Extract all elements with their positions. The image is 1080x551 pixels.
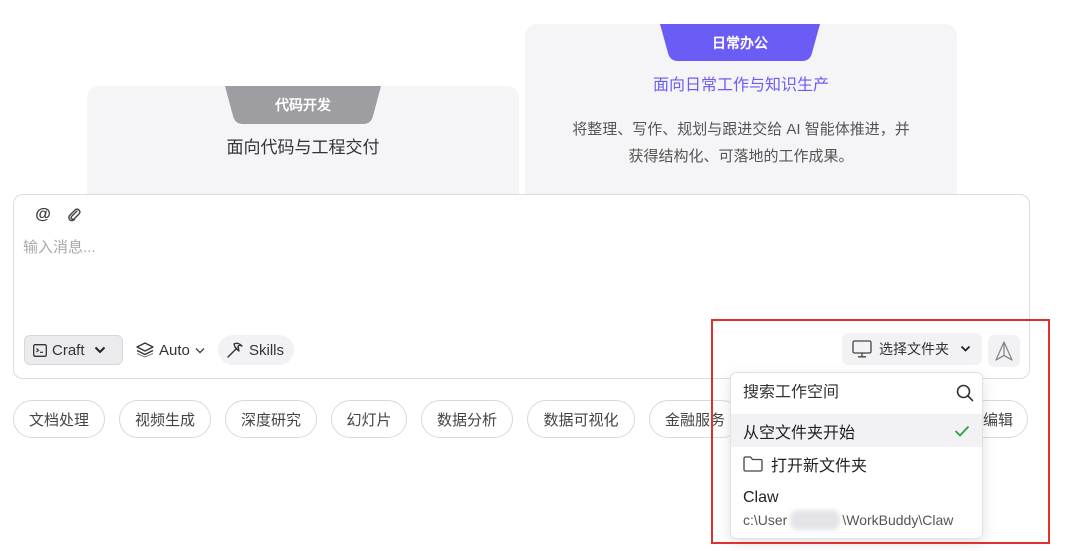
chevron-down-icon — [94, 346, 105, 354]
send-button[interactable] — [988, 335, 1020, 367]
code-dev-tab-label: 代码开发 — [275, 97, 331, 113]
chip-video-generation[interactable]: 视频生成 — [119, 400, 211, 438]
chip-financial-services[interactable]: 金融服务 — [649, 400, 741, 438]
chip-deep-research[interactable]: 深度研究 — [225, 400, 317, 438]
office-description-line2: 获得结构化、可落地的工作成果。 — [628, 148, 854, 165]
model-label: Auto — [159, 341, 190, 359]
send-icon — [995, 341, 1013, 361]
search-icon[interactable] — [956, 384, 974, 402]
model-select-button[interactable]: Auto — [128, 335, 214, 365]
workspace-path-start: c:\User — [743, 512, 788, 528]
code-dev-tab: 代码开发 — [225, 86, 381, 124]
chip-data-visualization[interactable]: 数据可视化 — [527, 400, 635, 438]
office-title: 面向日常工作与知识生产 — [652, 77, 829, 94]
chip-document-processing[interactable]: 文档处理 — [13, 400, 105, 438]
layers-icon — [136, 342, 154, 358]
monitor-icon — [852, 340, 872, 358]
skills-icon — [227, 342, 243, 358]
workspace-item-claw[interactable]: Claw c:\User \WorkBuddy\Claw — [731, 483, 982, 538]
start-from-empty-folder-label: 从空文件夹开始 — [743, 424, 856, 442]
workspace-dropdown: 从空文件夹开始 打开新文件夹 Claw c:\User \WorkBuddy\Cl… — [730, 372, 983, 539]
select-folder-label: 选择文件夹 — [879, 341, 949, 357]
skills-label: Skills — [249, 341, 285, 359]
workspace-path-end: \WorkBuddy\Claw — [842, 512, 954, 528]
check-icon — [954, 425, 970, 437]
at-icon[interactable]: @ — [33, 205, 53, 225]
chip-data-analysis[interactable]: 数据分析 — [421, 400, 513, 438]
chevron-down-icon — [960, 345, 971, 352]
open-new-folder-label: 打开新文件夹 — [771, 458, 868, 475]
office-tab-label: 日常办公 — [712, 34, 768, 51]
office-description: 将整理、写作、规划与跟进交给 AI 智能体推进，并 获得结构化、可落地的工作成果… — [545, 116, 937, 170]
chevron-down-icon — [195, 347, 205, 353]
workspace-search-input[interactable] — [743, 384, 956, 402]
mode-select-button[interactable]: Craft — [24, 335, 123, 365]
redaction-blur — [790, 510, 840, 530]
select-folder-button[interactable]: 选择文件夹 — [842, 333, 982, 365]
skills-button[interactable]: Skills — [218, 335, 294, 365]
folder-icon — [743, 456, 763, 472]
workspace-name: Claw — [743, 489, 779, 506]
message-input[interactable] — [23, 236, 1013, 316]
chip-slides[interactable]: 幻灯片 — [331, 400, 407, 438]
code-dev-title: 面向代码与工程交付 — [226, 138, 380, 157]
workspace-search — [731, 373, 982, 413]
open-new-folder-item[interactable]: 打开新文件夹 — [731, 449, 982, 479]
office-tab: 日常办公 — [660, 24, 820, 61]
workspace-path: c:\User \WorkBuddy\Claw — [743, 509, 972, 531]
mode-label: Craft — [52, 341, 85, 359]
office-description-line1: 将整理、写作、规划与跟进交给 AI 智能体推进，并 — [572, 121, 910, 138]
paperclip-icon[interactable] — [64, 205, 84, 225]
terminal-icon — [33, 343, 47, 357]
start-from-empty-folder-item[interactable]: 从空文件夹开始 — [731, 414, 982, 447]
